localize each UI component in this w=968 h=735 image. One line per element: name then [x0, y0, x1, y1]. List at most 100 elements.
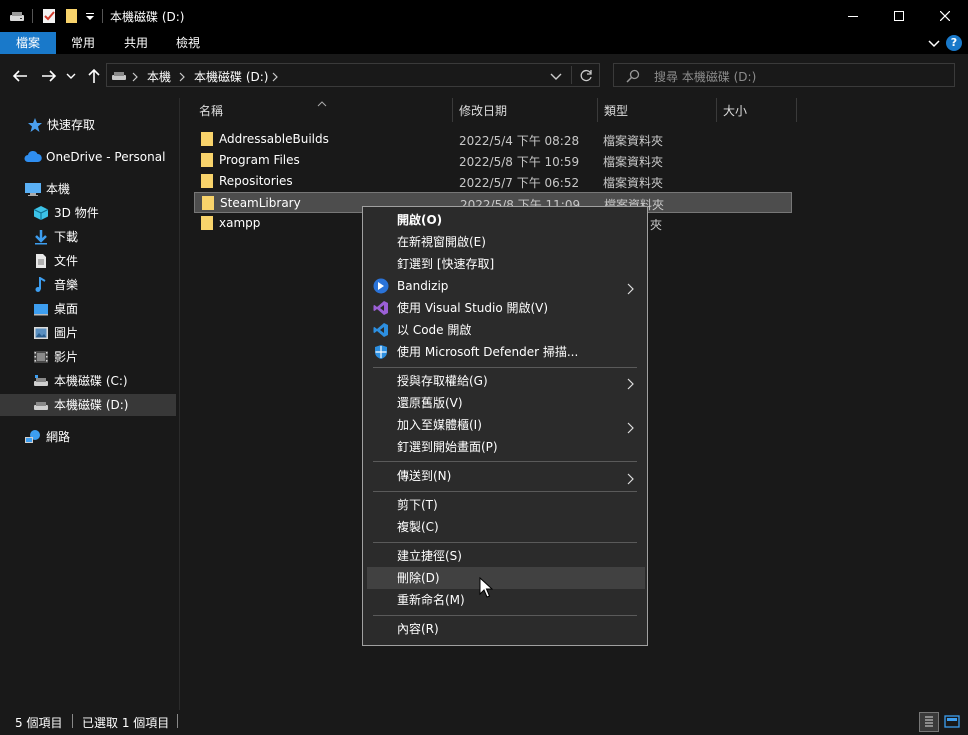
computer-icon	[24, 181, 41, 197]
sidebar-item-network[interactable]: 網路	[0, 426, 176, 448]
vscode-icon	[373, 322, 389, 338]
sidebar-item-music[interactable]: 音樂	[0, 274, 176, 296]
new-folder-icon[interactable]	[64, 8, 80, 24]
folder-icon	[200, 174, 214, 188]
menu-item-create-shortcut[interactable]: 建立捷徑(S)	[363, 545, 647, 567]
menu-item-send-to[interactable]: 傳送到(N)	[363, 465, 647, 487]
file-row[interactable]: Program Files 2022/5/8 下午 10:59 檔案資料夾	[194, 150, 792, 171]
search-icon	[626, 69, 640, 83]
visual-studio-icon	[373, 300, 389, 316]
column-header-size[interactable]: 大小	[723, 100, 747, 122]
sidebar-item-pictures[interactable]: 圖片	[0, 322, 176, 344]
sidebar-item-downloads[interactable]: 下載	[0, 226, 176, 248]
defender-shield-icon	[373, 344, 389, 360]
sidebar-item-quick-access[interactable]: 快速存取	[0, 114, 176, 136]
menu-item-open-new-window[interactable]: 在新視窗開啟(E)	[363, 231, 647, 253]
menu-item-bandizip[interactable]: Bandizip	[363, 275, 647, 297]
large-icons-view-button[interactable]	[942, 712, 962, 732]
details-view-button[interactable]	[919, 712, 939, 732]
menu-item-restore-previous[interactable]: 還原舊版(V)	[363, 392, 647, 414]
breadcrumb-this-pc[interactable]: 本機	[147, 68, 171, 85]
menu-item-give-access[interactable]: 授與存取權給(G)	[363, 370, 647, 392]
column-separator[interactable]	[452, 98, 453, 122]
search-placeholder: 搜尋 本機磁碟 (D:)	[654, 70, 757, 84]
sidebar-item-desktop[interactable]: 桌面	[0, 298, 176, 320]
column-header-name[interactable]: 名稱	[199, 100, 223, 122]
folder-icon	[200, 216, 214, 230]
close-button[interactable]	[922, 0, 968, 32]
help-button[interactable]: ?	[946, 35, 962, 51]
column-header-date[interactable]: 修改日期	[459, 100, 507, 122]
back-arrow-icon[interactable]	[9, 66, 31, 86]
menu-separator	[373, 367, 637, 368]
recent-locations-chevron-icon[interactable]	[63, 66, 79, 86]
sidebar-item-3d-objects[interactable]: 3D 物件	[0, 202, 176, 224]
forward-arrow-icon[interactable]	[38, 66, 60, 86]
desktop-icon	[33, 301, 49, 317]
sidebar-item-onedrive[interactable]: OneDrive - Personal	[0, 146, 176, 168]
address-separator	[571, 66, 572, 84]
refresh-icon[interactable]	[579, 69, 593, 83]
menu-item-defender-scan[interactable]: 使用 Microsoft Defender 掃描...	[363, 341, 647, 363]
sidebar-item-documents[interactable]: 文件	[0, 250, 176, 272]
menu-item-pin-quick-access[interactable]: 釘選到 [快速存取]	[363, 253, 647, 275]
window-title: 本機磁碟 (D:)	[110, 10, 185, 24]
sidebar-item-drive-c[interactable]: 本機磁碟 (C:)	[0, 370, 176, 392]
column-header-type[interactable]: 類型	[604, 100, 628, 122]
breadcrumb-chevron-icon[interactable]	[131, 71, 139, 82]
file-row[interactable]: AddressableBuilds 2022/5/4 下午 08:28 檔案資料…	[194, 129, 792, 150]
network-icon	[24, 429, 40, 445]
column-separator[interactable]	[796, 98, 797, 122]
tab-view[interactable]: 檢視	[162, 32, 214, 54]
address-history-chevron-icon[interactable]	[550, 71, 562, 81]
separator	[32, 9, 33, 23]
star-icon	[27, 117, 43, 133]
tab-file[interactable]: 檔案	[0, 32, 56, 54]
download-icon	[33, 229, 49, 245]
mouse-cursor-icon	[479, 576, 494, 599]
up-arrow-icon[interactable]	[83, 66, 105, 86]
column-separator[interactable]	[716, 98, 717, 122]
breadcrumb-drive-d[interactable]: 本機磁碟 (D:)	[194, 68, 268, 85]
maximize-button[interactable]	[876, 0, 922, 32]
drive-icon	[33, 397, 49, 413]
file-row[interactable]: Repositories 2022/5/7 下午 06:52 檔案資料夾	[194, 171, 792, 192]
sort-ascending-icon	[317, 96, 327, 107]
menu-item-open-with-code[interactable]: 以 Code 開啟	[363, 319, 647, 341]
bandizip-icon	[373, 278, 389, 294]
folder-icon	[200, 132, 214, 146]
menu-separator	[373, 542, 637, 543]
menu-item-open[interactable]: 開啟(O)	[363, 209, 647, 231]
cloud-icon	[24, 149, 42, 165]
customize-quick-access-icon[interactable]	[85, 10, 95, 22]
menu-separator	[373, 615, 637, 616]
breadcrumb-chevron-icon[interactable]	[271, 71, 279, 82]
status-separator	[72, 714, 73, 728]
minimize-button[interactable]	[830, 0, 876, 32]
submenu-chevron-icon	[625, 375, 635, 390]
menu-item-open-visual-studio[interactable]: 使用 Visual Studio 開啟(V)	[363, 297, 647, 319]
submenu-chevron-icon	[625, 280, 635, 295]
menu-item-include-library[interactable]: 加入至媒體櫃(I)	[363, 414, 647, 436]
column-separator[interactable]	[597, 98, 598, 122]
folder-icon	[201, 196, 215, 210]
menu-item-properties[interactable]: 內容(R)	[363, 618, 647, 640]
sidebar-item-this-pc[interactable]: 本機	[0, 178, 176, 200]
menu-item-delete[interactable]: 刪除(D)	[367, 567, 645, 589]
expand-ribbon-icon[interactable]	[928, 38, 940, 48]
menu-separator	[373, 491, 637, 492]
video-icon	[33, 349, 49, 365]
breadcrumb-chevron-icon[interactable]	[178, 71, 186, 82]
properties-icon[interactable]	[41, 8, 57, 24]
tab-home[interactable]: 常用	[56, 32, 110, 54]
tab-share[interactable]: 共用	[110, 32, 162, 54]
menu-item-rename[interactable]: 重新命名(M)	[363, 589, 647, 611]
menu-separator	[373, 461, 637, 462]
menu-item-copy[interactable]: 複製(C)	[363, 516, 647, 538]
sidebar-item-drive-d[interactable]: 本機磁碟 (D:)	[0, 394, 176, 416]
menu-item-pin-start[interactable]: 釘選到開始畫面(P)	[363, 436, 647, 458]
drive-icon	[9, 9, 25, 23]
sidebar-item-videos[interactable]: 影片	[0, 346, 176, 368]
status-selected-count: 已選取 1 個項目	[82, 716, 170, 730]
menu-item-cut[interactable]: 剪下(T)	[363, 494, 647, 516]
